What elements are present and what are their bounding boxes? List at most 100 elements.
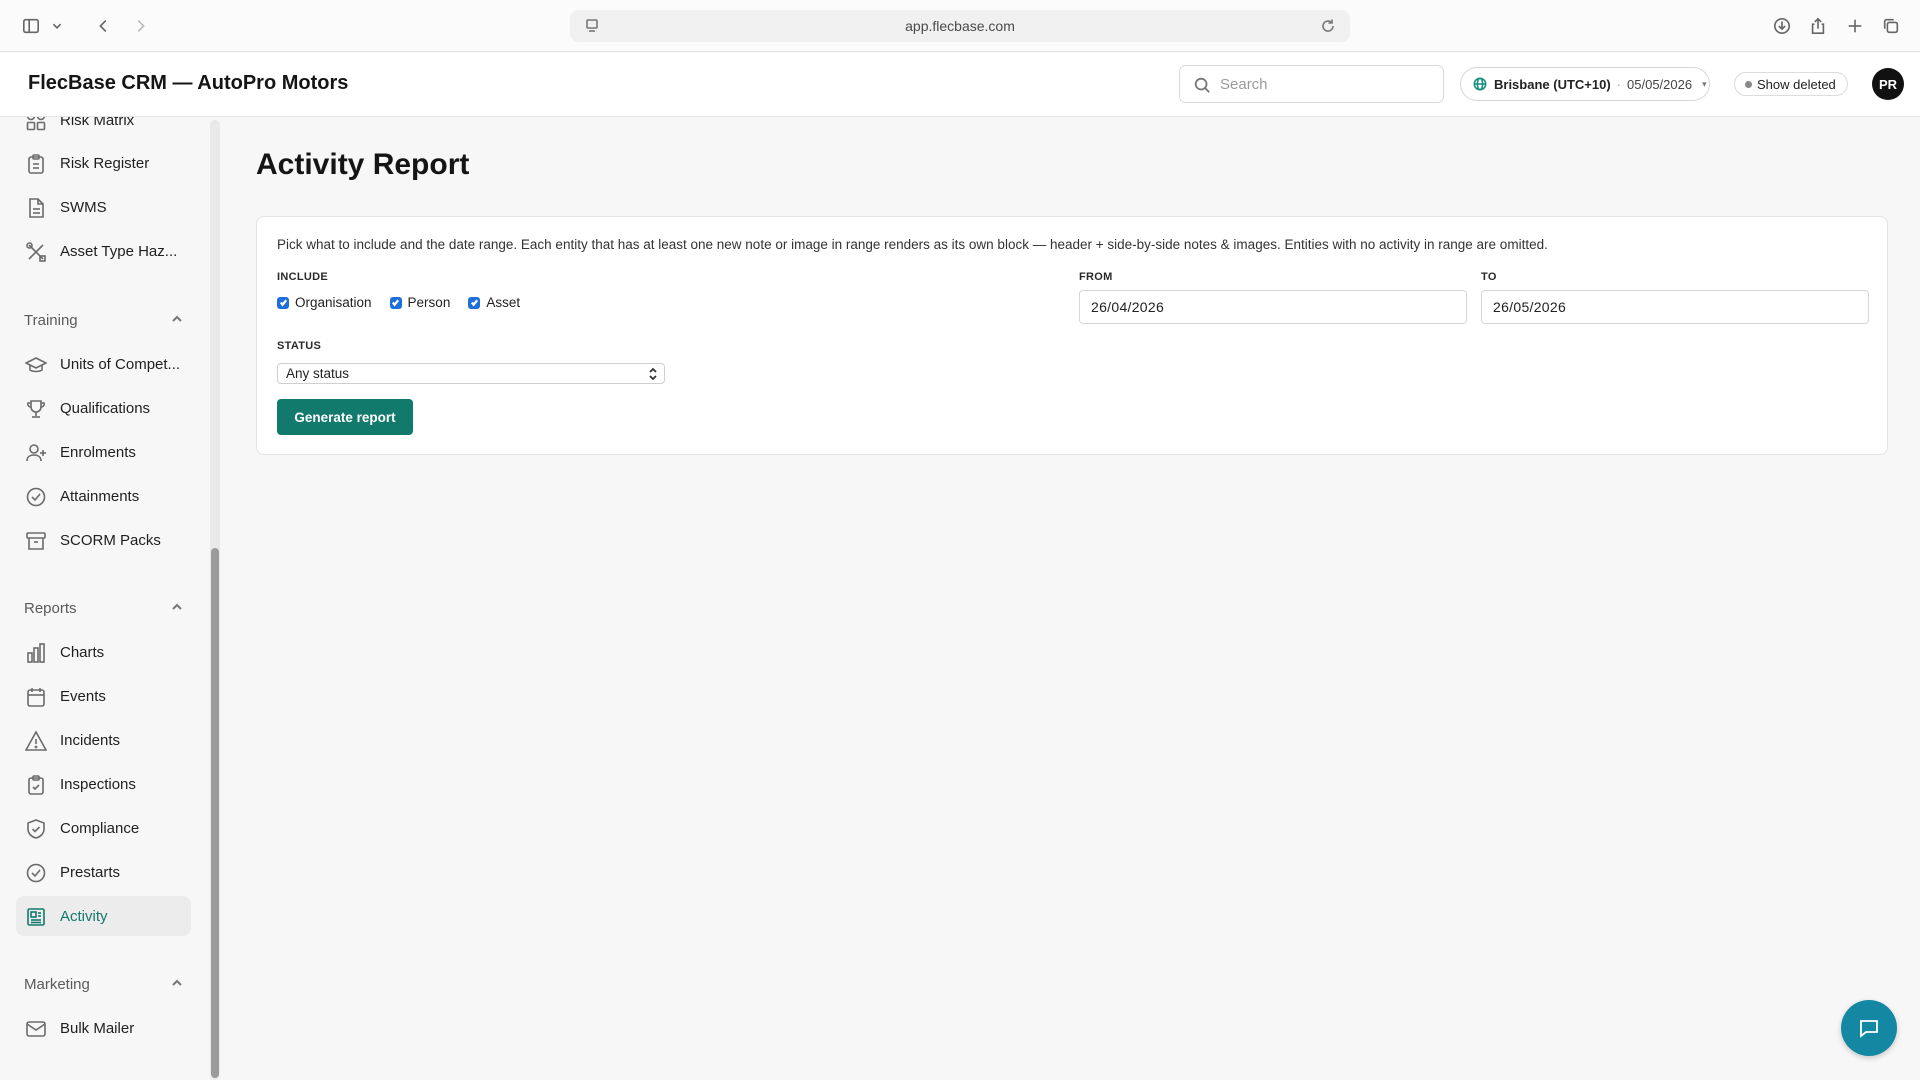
report-description: Pick what to include and the date range.… — [277, 237, 1548, 252]
clipboard-icon — [25, 153, 47, 175]
sidebar-item-qualifications[interactable]: Qualifications — [16, 388, 191, 428]
sidebar-toggle-icon[interactable] — [18, 13, 44, 39]
sidebar-item-label: SCORM Packs — [60, 531, 161, 549]
checkbox-asset[interactable]: Asset — [468, 295, 520, 310]
reload-icon[interactable] — [1320, 18, 1336, 34]
sidebar-item-incidents[interactable]: Incidents — [16, 720, 191, 760]
url-text: app.flecbase.com — [905, 18, 1015, 34]
page-title: Activity Report — [256, 148, 470, 181]
sidebar-item-label: Enrolments — [60, 443, 136, 461]
from-label: FROM — [1079, 271, 1113, 283]
sidebar-item-label: Activity — [60, 907, 108, 925]
sidebar-item-inspections[interactable]: Inspections — [16, 764, 191, 804]
show-deleted-toggle[interactable]: Show deleted — [1734, 72, 1848, 96]
search-icon — [1194, 77, 1210, 93]
back-arrow-icon[interactable] — [92, 13, 116, 39]
shield-check-icon — [25, 818, 47, 840]
browser-toolbar: app.flecbase.com — [0, 0, 1920, 52]
sidebar-item-label: Risk Register — [60, 154, 150, 172]
document-icon — [25, 197, 47, 219]
sidebar-item-label: Bulk Mailer — [60, 1019, 135, 1037]
chat-bubble-icon — [1860, 1020, 1878, 1038]
sidebar-item-units-of-competency[interactable]: Units of Compet... — [16, 344, 191, 384]
generate-report-button[interactable]: Generate report — [277, 399, 413, 435]
checkbox-organisation[interactable]: Organisation — [277, 295, 372, 310]
app-title: FlecBase CRM — AutoPro Motors — [28, 72, 349, 94]
to-date-input[interactable]: 26/05/2026 — [1481, 290, 1869, 324]
sidebar-item-label: Units of Compet... — [60, 355, 181, 373]
from-date-input[interactable]: 26/04/2026 — [1079, 290, 1467, 324]
section-label: Training — [24, 311, 78, 329]
sidebar: Risk Matrix Risk Register SWMS Asset Typ… — [0, 117, 222, 1080]
share-icon[interactable] — [1806, 13, 1830, 39]
sidebar-section-marketing[interactable]: Marketing — [24, 974, 184, 994]
grid-icon — [25, 117, 47, 132]
app-header: FlecBase CRM — AutoPro Motors Brisbane (… — [0, 52, 1920, 117]
sidebar-item-label: Compliance — [60, 819, 140, 837]
calendar-icon — [25, 686, 47, 708]
chevron-up-icon[interactable] — [170, 600, 184, 614]
search-box[interactable] — [1179, 65, 1444, 103]
sidebar-item-swms[interactable]: SWMS — [16, 187, 191, 227]
include-checkboxes: Organisation Person Asset — [277, 295, 538, 310]
sidebar-item-label: Charts — [60, 643, 105, 661]
search-input[interactable] — [1220, 75, 1430, 93]
sidebar-item-risk-matrix[interactable]: Risk Matrix — [16, 117, 191, 140]
bar-chart-icon — [25, 642, 47, 664]
newspaper-icon — [25, 906, 47, 928]
sidebar-item-asset-type-hazards[interactable]: Asset Type Haz... — [16, 231, 191, 271]
check-circle-icon — [25, 862, 47, 884]
sidebar-item-events[interactable]: Events — [16, 676, 191, 716]
report-settings-card: Pick what to include and the date range.… — [256, 216, 1888, 455]
checkbox-checked-icon[interactable] — [277, 296, 289, 309]
check-circle-icon — [25, 486, 47, 508]
section-label: Marketing — [24, 975, 90, 993]
clipboard-check-icon — [25, 774, 47, 796]
checkbox-checked-icon[interactable] — [389, 296, 402, 309]
sidebar-item-label: Inspections — [60, 775, 136, 793]
status-select[interactable]: Any status — [277, 363, 665, 384]
sidebar-item-enrolments[interactable]: Enrolments — [16, 432, 191, 472]
sidebar-item-risk-register[interactable]: Risk Register — [16, 143, 191, 183]
checkbox-person[interactable]: Person — [389, 295, 450, 310]
mail-icon — [25, 1018, 47, 1040]
sidebar-section-training[interactable]: Training — [24, 310, 184, 330]
chevron-down-icon[interactable] — [48, 13, 66, 39]
sidebar-item-bulk-mailer[interactable]: Bulk Mailer — [16, 1008, 191, 1048]
timezone-name: Brisbane (UTC+10) — [1494, 76, 1611, 92]
show-deleted-label: Show deleted — [1757, 76, 1836, 92]
current-date: 05/05/2026 — [1627, 76, 1693, 92]
chevron-up-icon[interactable] — [170, 312, 184, 326]
chevron-up-icon[interactable] — [170, 976, 184, 990]
checkbox-label: Asset — [486, 295, 521, 310]
sidebar-section-reports[interactable]: Reports — [24, 598, 184, 618]
sidebar-item-activity[interactable]: Activity — [16, 896, 191, 936]
avatar[interactable]: PR — [1872, 68, 1904, 100]
caret-down-icon: ▾ — [1702, 78, 1707, 89]
checkbox-checked-icon[interactable] — [468, 296, 481, 309]
status-label: STATUS — [277, 340, 322, 352]
sidebar-item-attainments[interactable]: Attainments — [16, 476, 191, 516]
chat-button[interactable] — [1841, 1000, 1897, 1056]
sidebar-item-label: Incidents — [60, 731, 121, 749]
include-label: INCLUDE — [277, 271, 328, 283]
tab-overview-icon[interactable] — [1879, 13, 1903, 39]
sidebar-item-compliance[interactable]: Compliance — [16, 808, 191, 848]
timezone-selector[interactable]: Brisbane (UTC+10) · 05/05/2026 ▾ — [1460, 67, 1710, 101]
new-tab-icon[interactable] — [1843, 13, 1867, 39]
graduation-cap-icon — [24, 354, 48, 376]
address-bar[interactable]: app.flecbase.com — [570, 10, 1350, 42]
site-settings-icon[interactable] — [584, 18, 600, 34]
forward-arrow-icon[interactable] — [128, 13, 152, 39]
status-selected-value: Any status — [286, 366, 350, 381]
select-arrows-icon — [648, 367, 658, 381]
sidebar-item-label: Events — [60, 687, 106, 705]
to-label: TO — [1481, 271, 1497, 283]
sidebar-item-charts[interactable]: Charts — [16, 632, 191, 672]
sidebar-item-scorm-packs[interactable]: SCORM Packs — [16, 520, 191, 560]
trophy-icon — [25, 398, 47, 420]
sidebar-item-label: SWMS — [60, 198, 107, 216]
sidebar-item-prestarts[interactable]: Prestarts — [16, 852, 191, 892]
sidebar-scrollbar-thumb[interactable] — [211, 548, 219, 1078]
download-icon[interactable] — [1770, 13, 1794, 39]
